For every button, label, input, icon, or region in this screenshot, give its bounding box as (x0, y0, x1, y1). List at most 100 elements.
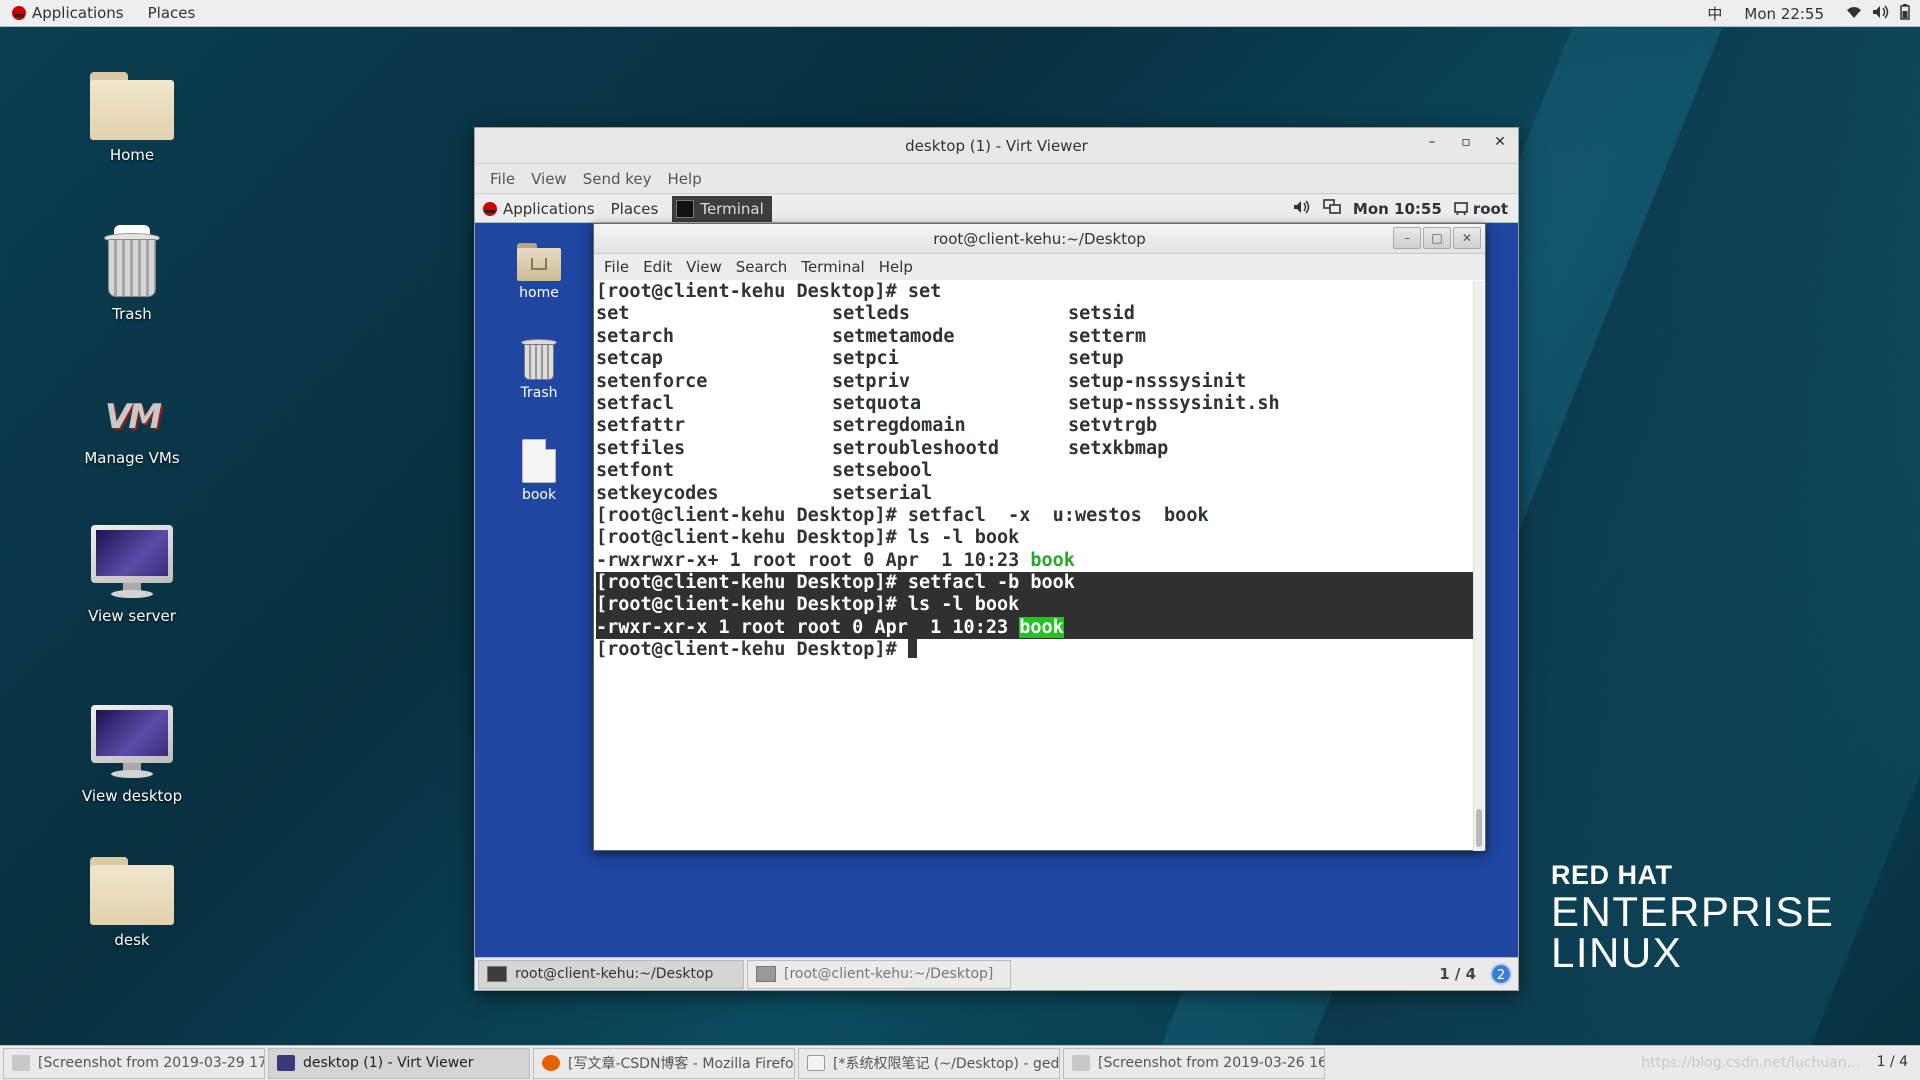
guest-task-terminal-active[interactable]: root@client-kehu:~/Desktop (478, 959, 744, 989)
terminal-titlebar[interactable]: root@client-kehu:~/Desktop – □ ✕ (594, 224, 1485, 254)
input-method-indicator[interactable]: 中 (1707, 3, 1722, 24)
menu-help[interactable]: Help (661, 170, 709, 188)
document-icon (522, 439, 556, 483)
completion-item: setvtrgb (1068, 415, 1158, 437)
terminal-icon (487, 966, 507, 982)
taskbar-item-label: [写文章-CSDN博客 - Mozilla Firefox] (568, 1056, 795, 1072)
volume-icon[interactable] (1872, 5, 1890, 23)
image-viewer-icon (12, 1055, 30, 1071)
guest-applications-label: Applications (503, 199, 595, 218)
minimize-button[interactable]: – (1422, 134, 1442, 150)
terminal-menu-file[interactable]: File (597, 258, 636, 276)
redhat-icon (12, 6, 26, 20)
rhel-logo-line2: ENTERPRISE (1551, 888, 1835, 935)
completion-item: setfont (596, 460, 674, 482)
terminal-close-button[interactable]: ✕ (1453, 227, 1481, 249)
places-menu[interactable]: Places (136, 0, 208, 27)
guest-desktop-icon-book[interactable]: book (504, 439, 574, 503)
desktop-icon-label: Home (109, 146, 155, 164)
guest-icon-label: Trash (520, 385, 558, 401)
clock[interactable]: Mon 22:55 (1744, 5, 1824, 23)
completion-item: setcap (596, 348, 663, 370)
window-title: desktop (1) - Virt Viewer (905, 136, 1088, 155)
guest-top-panel: Applications Places Terminal Mon 10:55 r… (475, 195, 1518, 223)
guest-places-menu[interactable]: Places (603, 195, 667, 223)
desktop-icon-home[interactable]: Home (67, 72, 197, 164)
monitor-icon (91, 525, 173, 601)
terminal-minimize-button[interactable]: – (1393, 227, 1421, 249)
guest-taskbar: root@client-kehu:~/Desktop [root@client-… (475, 957, 1518, 990)
completion-item: setpci (832, 348, 899, 370)
terminal-line: [root@client-kehu Desktop]# set (596, 281, 942, 302)
terminal-menu-search[interactable]: Search (729, 258, 795, 276)
taskbar-item-screenshot-1[interactable]: [Screenshot from 2019-03-29 17-... (3, 1047, 265, 1079)
notification-badge[interactable]: 2 (1490, 963, 1512, 985)
menu-send-key[interactable]: Send key (576, 170, 659, 188)
terminal-maximize-button[interactable]: □ (1423, 227, 1451, 249)
text-cursor (907, 639, 917, 659)
places-label: Places (147, 4, 196, 22)
completion-item: setfiles (596, 437, 686, 459)
completion-item: setfacl (596, 392, 674, 414)
battery-icon[interactable] (1900, 3, 1910, 24)
completion-item: setserial (832, 482, 933, 504)
taskbar-item-screenshot-2[interactable]: [Screenshot from 2019-03-26 16-... (1063, 1047, 1325, 1079)
completion-item: setpriv (832, 370, 910, 392)
top-panel: Applications Places 中 Mon 22:55 (0, 0, 1920, 27)
maximize-button[interactable]: ▫ (1456, 134, 1476, 150)
wifi-icon[interactable] (1846, 5, 1862, 23)
guest-display[interactable]: Applications Places Terminal Mon 10:55 r… (475, 195, 1518, 990)
taskbar-item-virt-viewer[interactable]: desktop (1) - Virt Viewer (268, 1047, 530, 1079)
menu-view[interactable]: View (524, 170, 574, 188)
completion-item: setenforce (596, 370, 708, 392)
volume-icon[interactable] (1293, 200, 1311, 218)
terminal-menu-terminal[interactable]: Terminal (794, 258, 871, 276)
taskbar-item-label: desktop (1) - Virt Viewer (303, 1055, 474, 1071)
close-button[interactable]: ✕ (1490, 134, 1510, 150)
terminal-menu-help[interactable]: Help (872, 258, 920, 276)
terminal-line: -rwxrwxr-x+ 1 root root 0 Apr 1 10:23 bo… (596, 549, 1075, 571)
trash-icon (104, 225, 160, 299)
desktop-icon-manage-vms[interactable]: VM Manage VMs (67, 387, 197, 467)
completion-item: setup-nsssysinit.sh (1068, 392, 1280, 414)
completion-item: setup (1068, 348, 1124, 370)
image-viewer-icon (1072, 1055, 1090, 1071)
terminal-window: root@client-kehu:~/Desktop – □ ✕ File Ed… (593, 223, 1486, 851)
guest-task-terminal-inactive[interactable]: [root@client-kehu:~/Desktop] (747, 959, 1011, 989)
applications-menu[interactable]: Applications (0, 0, 136, 27)
desktop-icon-view-server[interactable]: View server (67, 525, 197, 625)
terminal-menubar: File Edit View Search Terminal Help (594, 254, 1485, 280)
terminal-icon (676, 199, 695, 218)
terminal-menu-edit[interactable]: Edit (636, 258, 679, 276)
menu-file[interactable]: File (483, 170, 522, 188)
folder-icon (90, 857, 174, 925)
taskbar-item-firefox[interactable]: [写文章-CSDN博客 - Mozilla Firefox] (533, 1047, 795, 1079)
terminal-menu-view[interactable]: View (679, 258, 729, 276)
taskbar-item-gedit[interactable]: [*系统权限笔记 (~/Desktop) - gedit] (798, 1047, 1060, 1079)
desktop-icon-label: desk (114, 931, 150, 949)
scrollbar-thumb[interactable] (1476, 809, 1482, 847)
completion-list: set setleds setsid setarch setmetamode setter… (596, 303, 1474, 505)
terminal-icon (756, 966, 776, 982)
guest-icon-label: book (521, 487, 557, 503)
guest-applications-menu[interactable]: Applications (475, 195, 603, 223)
guest-user-menu[interactable]: root (1454, 200, 1508, 218)
completion-row: setenforce setpriv setup-nsssysinit (596, 371, 1474, 393)
guest-desktop-icon-home[interactable]: home (504, 243, 574, 301)
terminal-line-selected: -rwxr-xr-x 1 root root 0 Apr 1 10:23 boo… (596, 616, 1474, 640)
desktop-icon-view-desktop[interactable]: View desktop (67, 705, 197, 805)
guest-terminal-tab[interactable]: Terminal (672, 195, 772, 222)
guest-clock[interactable]: Mon 10:55 (1353, 200, 1442, 218)
watermark-text: https://blog.csdn.net/luchuan... (1641, 1055, 1860, 1071)
guest-workspace-indicator[interactable]: 1 / 4 (1439, 965, 1476, 983)
guest-desktop-icon-trash[interactable]: Trash (504, 335, 574, 401)
terminal-scrollbar[interactable] (1473, 281, 1484, 851)
menubar: File View Send key Help (475, 164, 1518, 194)
network-icon[interactable] (1323, 199, 1341, 219)
desktop-icon-desk[interactable]: desk (67, 857, 197, 949)
desktop-icon-trash[interactable]: Trash (67, 225, 197, 323)
host-workspace-indicator[interactable]: 1 / 4 (1877, 1054, 1908, 1070)
window-titlebar[interactable]: desktop (1) - Virt Viewer – ▫ ✕ (475, 128, 1518, 164)
terminal-output[interactable]: [root@client-kehu Desktop]# set set setle… (594, 281, 1474, 851)
desktop-icon-label: View server (88, 607, 176, 625)
